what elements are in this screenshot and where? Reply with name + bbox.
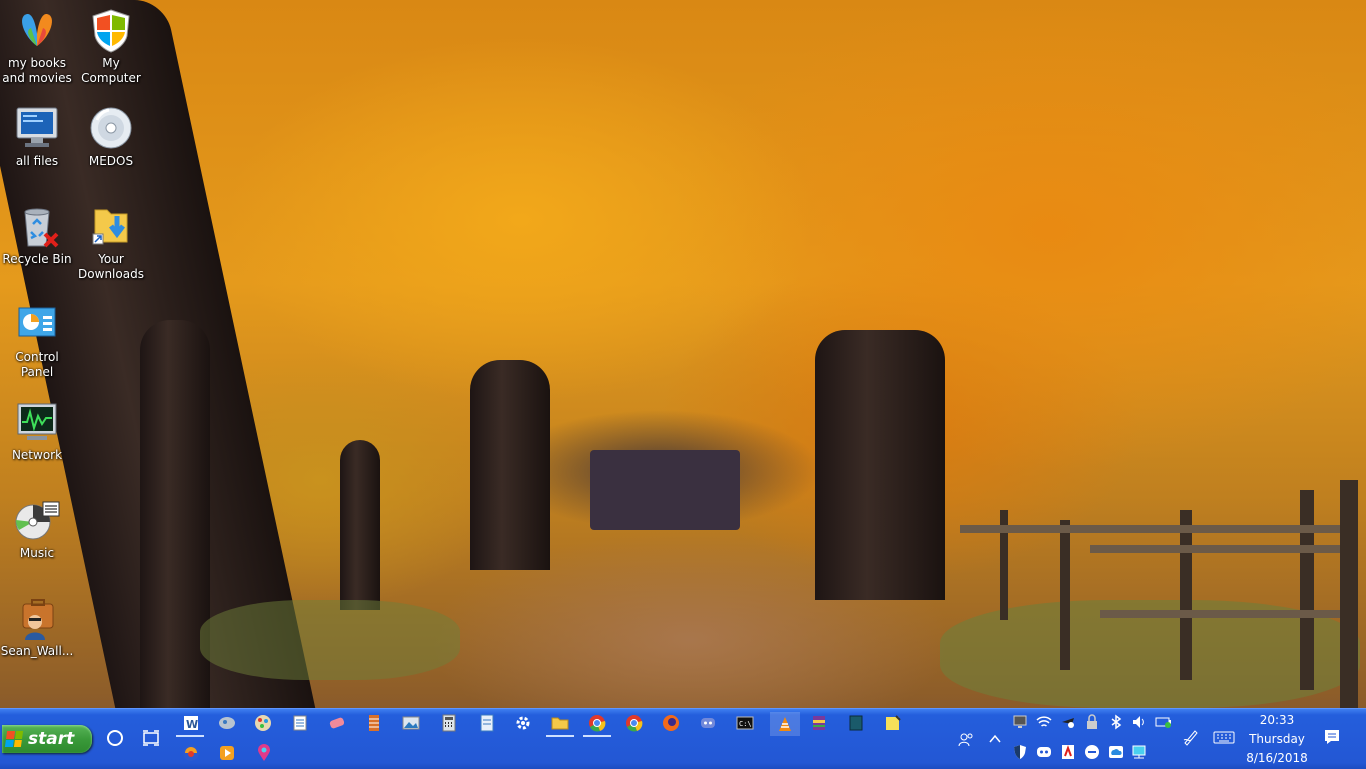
wallpaper-tree-trunk-mid: [470, 360, 550, 570]
chrome-icon[interactable]: [586, 712, 608, 734]
wallpaper-fence-post: [1060, 520, 1070, 670]
desktop-wallpaper: my books and movies My Computer all file…: [0, 0, 1366, 708]
wallpaper-fence-post: [1300, 490, 1314, 690]
wallpaper-fence-post: [1340, 480, 1358, 708]
music-disc-icon: [13, 496, 61, 544]
clock-time: 20:33: [1259, 713, 1295, 727]
discord-icon[interactable]: [697, 712, 719, 734]
calculator-icon[interactable]: [438, 712, 460, 734]
desktop-icon-control-panel[interactable]: Control Panel: [0, 300, 74, 380]
vlc-icon[interactable]: [770, 712, 800, 736]
cortana-search-icon[interactable]: [104, 727, 126, 749]
music-app-icon[interactable]: [180, 742, 202, 764]
shield-icon[interactable]: [1011, 743, 1029, 761]
adobe-icon[interactable]: [1059, 743, 1077, 761]
desktop-icon-my-books-and-movies[interactable]: my books and movies: [0, 6, 74, 86]
file-explorer-icon[interactable]: [549, 712, 571, 734]
wallpaper-fence-rail: [1090, 545, 1340, 553]
wallpaper-grass-left: [200, 600, 460, 680]
wallpaper-tree-trunk-mid-2: [340, 440, 380, 610]
desktop-icon-medos[interactable]: MEDOS: [74, 104, 148, 169]
notes-icon[interactable]: [476, 712, 498, 734]
windows-logo-icon: [4, 731, 24, 747]
word-icon[interactable]: W: [180, 712, 202, 734]
svg-text:W: W: [186, 718, 198, 731]
photos-icon[interactable]: [400, 712, 422, 734]
paint-icon[interactable]: [252, 712, 274, 734]
minus-icon[interactable]: [1083, 743, 1101, 761]
task-view-icon[interactable]: [140, 727, 162, 749]
wallpaper-tree-trunk-far: [590, 450, 740, 530]
settings-icon[interactable]: [512, 712, 534, 734]
show-hidden-icons[interactable]: [986, 730, 1004, 748]
active-app-indicator: [176, 735, 204, 737]
people-icon[interactable]: [957, 730, 975, 748]
network-monitor-icon: [13, 398, 61, 446]
desktop-icon-my-computer[interactable]: My Computer: [74, 6, 148, 86]
clock-day: Thursday: [1249, 732, 1305, 746]
action-center-icon[interactable]: [1323, 728, 1341, 746]
pirate-icon[interactable]: [1059, 713, 1077, 731]
desktop-icon-label: Control Panel: [15, 350, 59, 379]
lock-icon[interactable]: [1083, 713, 1101, 731]
desktop-icon-label: Your Downloads: [78, 252, 144, 281]
recycle-bin-icon: [13, 202, 61, 250]
bluetooth-icon[interactable]: [1107, 713, 1125, 731]
desktop-icon-label: Sean_Wall...: [0, 644, 74, 658]
network-drive-icon[interactable]: [1130, 743, 1148, 761]
wifi-icon[interactable]: [1035, 713, 1053, 731]
wallpaper-tree-trunk-right: [815, 330, 945, 600]
start-button[interactable]: start: [2, 725, 92, 753]
messenger-icon[interactable]: [216, 712, 238, 734]
book-icon[interactable]: [845, 712, 867, 734]
notepad-icon[interactable]: [289, 712, 311, 734]
user-suitcase-icon: [13, 594, 61, 642]
svg-text:C:\: C:\: [739, 720, 752, 728]
start-label: start: [28, 729, 75, 749]
sticky-notes-icon[interactable]: [882, 712, 904, 734]
wallpaper-fence-rail: [960, 525, 1340, 533]
archive-icon[interactable]: [363, 712, 385, 734]
desktop-icon-label: all files: [15, 154, 59, 168]
desktop-icon-all-files[interactable]: all files: [0, 104, 74, 169]
chrome-alt-icon[interactable]: [623, 712, 645, 734]
cloud-icon[interactable]: [1107, 743, 1125, 761]
control-panel-icon: [13, 300, 61, 348]
desktop-icon-your-downloads[interactable]: Your Downloads: [74, 202, 148, 282]
taskbar: start W C:\ 20:33 Thursday 8/16/2018: [0, 708, 1366, 769]
system-clock[interactable]: 20:33 Thursday 8/16/2018: [1244, 711, 1310, 768]
disc-icon: [87, 104, 135, 152]
desktop-icon-label: My Computer: [81, 56, 141, 85]
desktop-icon-label: Network: [11, 448, 63, 462]
desktop-icon-label: MEDOS: [88, 154, 134, 168]
windows-shield-icon: [87, 6, 135, 54]
volume-icon[interactable]: [1130, 713, 1148, 731]
wallpaper-fence-post: [1180, 510, 1192, 680]
active-app-indicator: [546, 735, 574, 737]
eraser-icon[interactable]: [326, 712, 348, 734]
desktop-icon-label: Recycle Bin: [2, 252, 72, 266]
butterfly-icon: [13, 6, 61, 54]
display-icon[interactable]: [1011, 713, 1029, 731]
monitor-icon: [13, 104, 61, 152]
desktop-icon-recycle-bin[interactable]: Recycle Bin: [0, 202, 74, 267]
desktop-icon-label: Music: [19, 546, 55, 560]
maps-icon[interactable]: [253, 742, 275, 764]
pen-icon[interactable]: [1182, 728, 1200, 746]
command-prompt-icon[interactable]: C:\: [734, 712, 756, 734]
wallpaper-fence-rail: [1100, 610, 1340, 618]
active-app-indicator: [583, 735, 611, 737]
media-player-icon[interactable]: [216, 742, 238, 764]
keyboard-icon[interactable]: [1212, 728, 1236, 746]
firefox-icon[interactable]: [660, 712, 682, 734]
downloads-folder-icon: [87, 202, 135, 250]
winrar-icon[interactable]: [808, 712, 830, 734]
desktop-icon-sean-wall[interactable]: Sean_Wall...: [0, 594, 74, 659]
battery-icon[interactable]: [1155, 713, 1173, 731]
desktop-icon-network[interactable]: Network: [0, 398, 74, 463]
desktop-icon-music[interactable]: Music: [0, 496, 74, 561]
discord-tray-icon[interactable]: [1035, 743, 1053, 761]
clock-date: 8/16/2018: [1246, 751, 1308, 765]
desktop-icon-label: my books and movies: [2, 56, 72, 85]
